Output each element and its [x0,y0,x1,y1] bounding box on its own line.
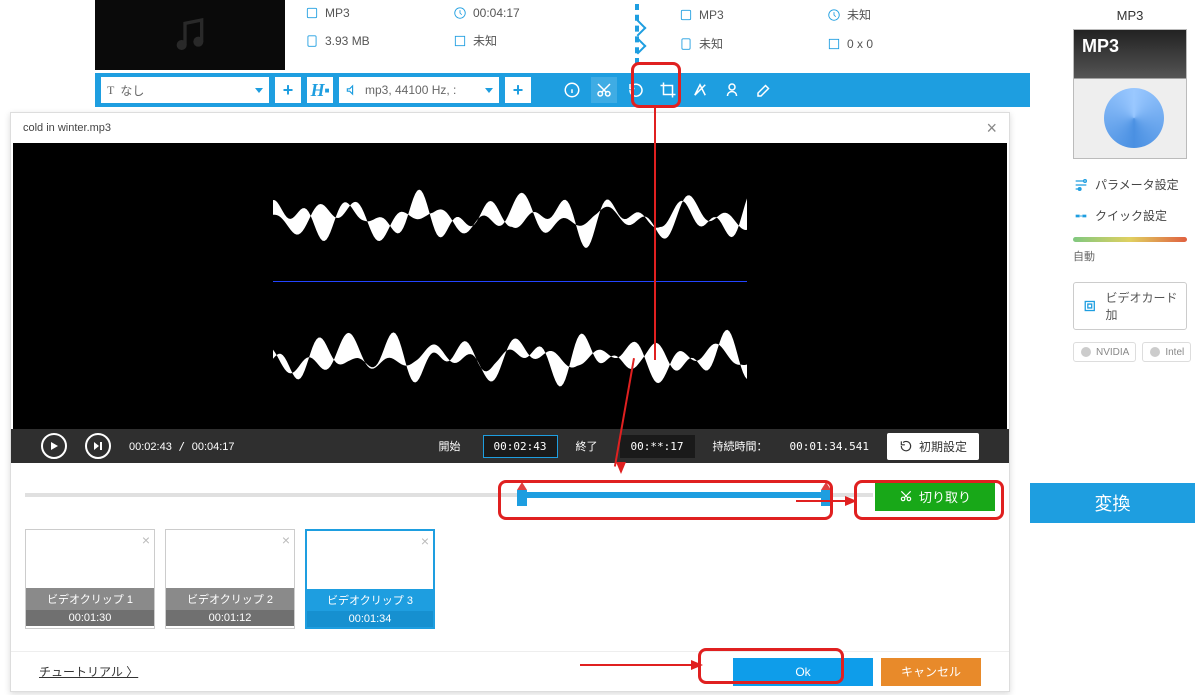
conversion-arrow [635,4,637,64]
subtitle-value: なし [120,82,144,99]
playback-controls: 00:02:43 / 00:04:17 開始 00:02:43 終了 00:**… [11,429,1009,463]
range-track[interactable] [25,493,873,497]
intel-badge: Intel [1142,342,1191,362]
quick-label: クイック設定 [1095,207,1167,224]
parameter-settings-link[interactable]: パラメータ設定 [1065,169,1195,200]
clip-label: ビデオクリップ 3 [307,589,433,611]
end-time-input[interactable]: 00:**:17 [620,435,695,458]
clip-remove-icon[interactable]: × [142,532,150,548]
duration-label: 持続時間： [713,438,768,454]
cancel-button[interactable]: キャンセル [881,658,981,686]
clip-label: ビデオクリップ 1 [26,588,154,610]
add-audio-button[interactable]: + [505,77,531,103]
source-size: 3.93 MB [325,34,370,48]
cut-icon[interactable] [591,77,617,103]
source-resolution: 未知 [473,32,497,49]
cut-label: 切り取り [919,487,971,506]
range-selector: 切り取り [11,463,1009,519]
output-format-label: MP3 [1065,0,1195,29]
crop-icon[interactable] [655,77,681,103]
videocard-accel-button[interactable]: ビデオカード加 [1073,282,1187,330]
range-end-handle[interactable] [821,490,831,506]
effects-icon[interactable] [687,77,713,103]
media-thumbnail [95,0,285,70]
disc-icon [1104,88,1164,148]
chevron-down-icon [485,88,493,93]
source-duration: 00:04:17 [473,6,520,20]
ok-button[interactable]: Ok [733,658,873,686]
rotate-icon[interactable] [623,77,649,103]
quality-label: 自動 [1065,244,1195,276]
clip-time: 00:01:30 [26,610,154,626]
playback-time: 00:02:43 / 00:04:17 [129,440,235,453]
quick-settings-link[interactable]: クイック設定 [1065,200,1195,231]
side-panel: MP3 MP3 パラメータ設定 クイック設定 自動 ビデオカード加 NVIDIA… [1065,0,1195,368]
channel-divider [273,281,747,282]
clip-item[interactable]: × ビデオクリップ 2 00:01:12 [165,529,295,629]
clip-remove-icon[interactable]: × [421,533,429,549]
range-start-handle[interactable] [517,490,527,506]
target-format: MP3 [699,8,724,22]
clip-remove-icon[interactable]: × [282,532,290,548]
waveform-display[interactable] [13,143,1007,429]
info-icon[interactable] [559,77,585,103]
videocard-label: ビデオカード加 [1106,289,1178,323]
clip-time: 00:01:12 [166,610,294,626]
start-time-input[interactable]: 00:02:43 [483,435,558,458]
audio-value: mp3, 44100 Hz, : [365,83,456,97]
add-subtitle-button[interactable]: + [275,77,301,103]
jump-end-button[interactable] [85,433,111,459]
subtitle-select[interactable]: Tなし [101,77,269,103]
convert-button[interactable]: 変換 [1030,483,1195,523]
end-label: 終了 [576,438,598,454]
play-button[interactable] [41,433,67,459]
edit-toolbar: Tなし + H■ mp3, 44100 Hz, : + [95,73,1030,107]
target-file-info: MP3 未知 未知 0 x 0 [669,0,1009,75]
tutorial-link[interactable]: チュートリアル 〉 [39,663,138,680]
edit-icon[interactable] [751,77,777,103]
target-resolution: 0 x 0 [847,37,873,51]
quality-slider[interactable] [1065,231,1195,244]
close-icon[interactable]: × [986,118,997,139]
audio-track-select[interactable]: mp3, 44100 Hz, : [339,77,499,103]
watermark-icon[interactable] [719,77,745,103]
chevron-down-icon [255,88,263,93]
dialog-footer: チュートリアル 〉 Ok キャンセル [11,651,1009,691]
dialog-title: cold in winter.mp3 [23,122,111,134]
clip-item-active[interactable]: × ビデオクリップ 3 00:01:34 [305,529,435,629]
clip-label: ビデオクリップ 2 [166,588,294,610]
duration-value: 00:01:34.541 [790,440,869,453]
source-format: MP3 [325,6,350,20]
subtitle-style-button[interactable]: H■ [307,77,333,103]
target-size: 未知 [699,35,723,52]
output-format-tile[interactable]: MP3 [1073,29,1187,159]
nvidia-badge: NVIDIA [1073,342,1136,362]
reset-label: 初期設定 [919,438,967,455]
source-file-info: MP3 00:04:17 3.93 MB 未知 [295,0,635,75]
format-thumb-label: MP3 [1082,36,1119,57]
clip-item[interactable]: × ビデオクリップ 1 00:01:30 [25,529,155,629]
clip-time: 00:01:34 [307,611,433,627]
reset-button[interactable]: 初期設定 [887,433,979,460]
cut-button[interactable]: 切り取り [875,481,995,511]
clip-list: × ビデオクリップ 1 00:01:30 × ビデオクリップ 2 00:01:1… [11,519,1009,639]
target-duration: 未知 [847,6,871,23]
param-label: パラメータ設定 [1095,176,1179,193]
cut-dialog: cold in winter.mp3 × 00:02:43 / 00:04:17… [10,112,1010,692]
start-label: 開始 [439,438,461,454]
